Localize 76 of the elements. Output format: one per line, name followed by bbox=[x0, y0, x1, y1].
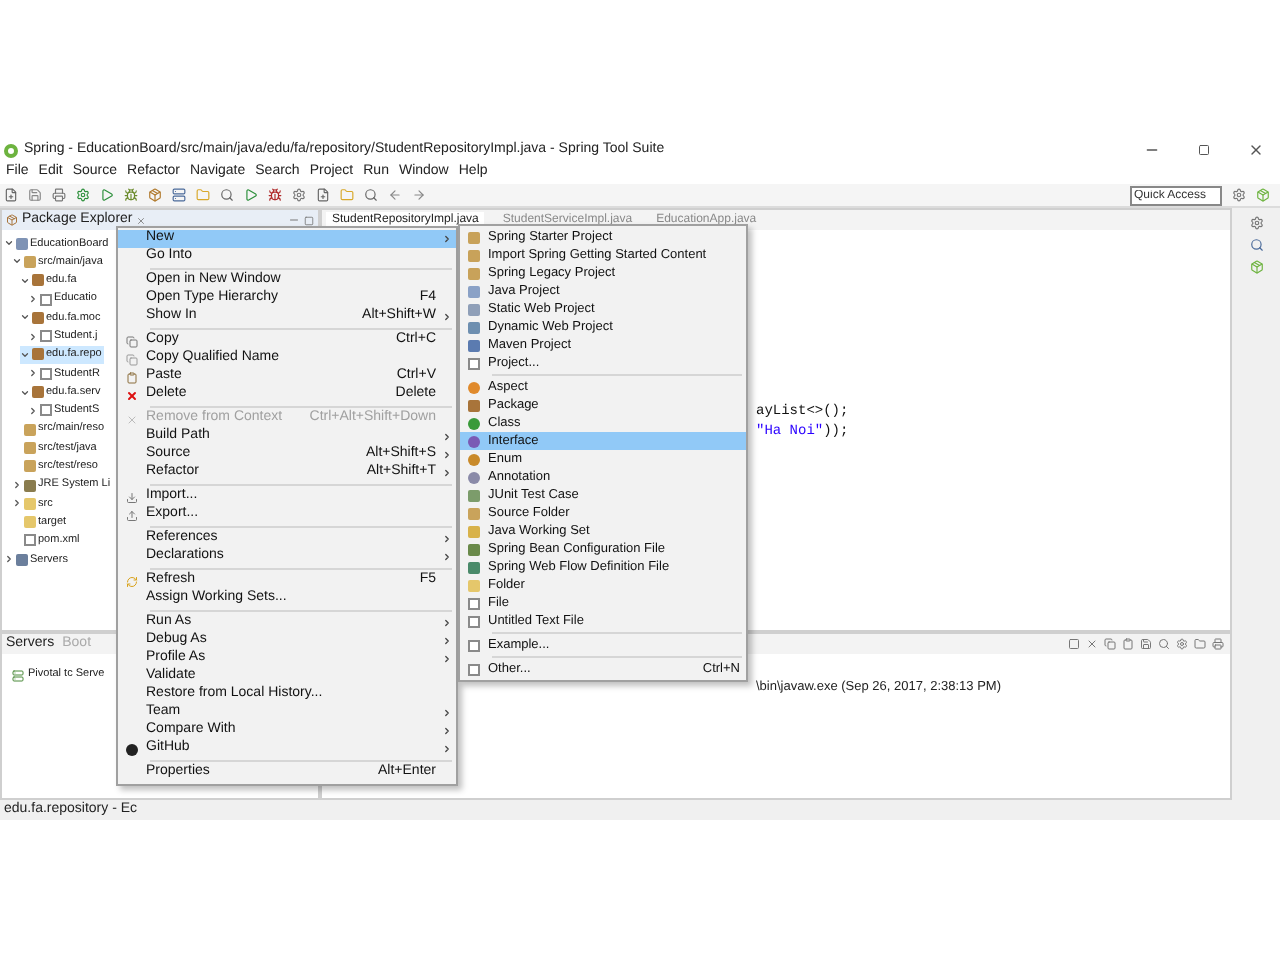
import-icon bbox=[126, 491, 138, 503]
interface-icon bbox=[468, 435, 480, 447]
export-icon bbox=[126, 509, 138, 521]
window-icon bbox=[468, 357, 480, 369]
collapse-icon[interactable] bbox=[28, 405, 38, 416]
java-file-icon bbox=[40, 404, 52, 417]
close-icon[interactable] bbox=[1248, 142, 1264, 158]
refresh-icon bbox=[126, 575, 138, 587]
folder-icon[interactable] bbox=[1194, 638, 1206, 650]
expand-icon[interactable] bbox=[20, 349, 30, 360]
restore-icon[interactable] bbox=[1198, 144, 1210, 156]
collapse-icon[interactable] bbox=[12, 480, 22, 490]
print-icon[interactable] bbox=[52, 188, 66, 202]
source-folder-icon bbox=[468, 507, 480, 519]
package-icon[interactable] bbox=[148, 188, 162, 202]
save-icon[interactable] bbox=[1140, 638, 1152, 650]
settings-icon[interactable] bbox=[76, 188, 90, 202]
class-icon bbox=[468, 417, 480, 429]
package-icon bbox=[32, 386, 44, 399]
new-file-icon[interactable] bbox=[316, 188, 330, 202]
expand-icon[interactable] bbox=[20, 275, 30, 286]
paste-icon[interactable] bbox=[1122, 638, 1134, 650]
aspect-icon bbox=[468, 381, 480, 393]
app-logo-icon bbox=[4, 143, 18, 157]
search-icon[interactable] bbox=[220, 188, 234, 202]
copy-icon bbox=[126, 335, 138, 347]
expand-icon[interactable] bbox=[4, 238, 14, 249]
search-icon[interactable] bbox=[1158, 638, 1170, 650]
package-icon bbox=[32, 274, 44, 287]
save-icon[interactable] bbox=[28, 188, 42, 202]
folder-icon bbox=[468, 579, 480, 591]
delete-icon bbox=[126, 389, 138, 401]
server-icon bbox=[12, 669, 24, 681]
print-icon[interactable] bbox=[1212, 638, 1224, 650]
paste-icon bbox=[126, 371, 138, 383]
collapse-icon[interactable] bbox=[28, 294, 38, 305]
run-icon[interactable] bbox=[100, 188, 114, 202]
annotation-icon bbox=[468, 471, 480, 483]
working-set-icon bbox=[468, 525, 480, 537]
collapse-icon[interactable] bbox=[4, 554, 14, 565]
remove-icon[interactable] bbox=[1086, 638, 1098, 650]
server-folder-icon bbox=[16, 553, 28, 566]
collapse-icon[interactable] bbox=[12, 498, 22, 509]
java-file-icon bbox=[40, 367, 52, 380]
expand-icon[interactable] bbox=[20, 387, 30, 398]
maximize-icon[interactable] bbox=[304, 215, 314, 225]
collapse-icon[interactable] bbox=[28, 368, 38, 379]
copy-icon bbox=[126, 353, 138, 365]
back-icon[interactable] bbox=[388, 188, 402, 202]
server-icon[interactable] bbox=[172, 188, 186, 202]
search-icon[interactable] bbox=[364, 188, 378, 202]
project-icon bbox=[468, 339, 480, 351]
remove-icon bbox=[126, 413, 138, 425]
copy-icon[interactable] bbox=[1104, 638, 1116, 650]
new-file-icon[interactable] bbox=[4, 188, 18, 202]
source-folder-icon bbox=[24, 255, 36, 268]
package-explorer-icon bbox=[6, 214, 18, 226]
settings-icon[interactable] bbox=[1176, 638, 1188, 650]
forward-icon[interactable] bbox=[412, 188, 426, 202]
package-icon bbox=[32, 311, 44, 324]
package-icon bbox=[32, 348, 44, 361]
expand-icon[interactable] bbox=[12, 256, 22, 267]
run-icon[interactable] bbox=[244, 188, 258, 202]
collapse-icon[interactable] bbox=[28, 331, 38, 342]
java-file-icon bbox=[40, 293, 52, 306]
java-file-icon bbox=[40, 330, 52, 343]
file-icon bbox=[24, 534, 36, 547]
project-icon bbox=[16, 237, 28, 250]
bug-icon[interactable] bbox=[268, 188, 282, 202]
enum-icon bbox=[468, 453, 480, 465]
test-icon bbox=[468, 489, 480, 501]
bug-icon[interactable] bbox=[124, 188, 138, 202]
library-icon bbox=[24, 479, 36, 491]
expand-icon[interactable] bbox=[20, 312, 30, 323]
package-icon bbox=[468, 399, 480, 411]
settings-icon[interactable] bbox=[292, 188, 306, 202]
